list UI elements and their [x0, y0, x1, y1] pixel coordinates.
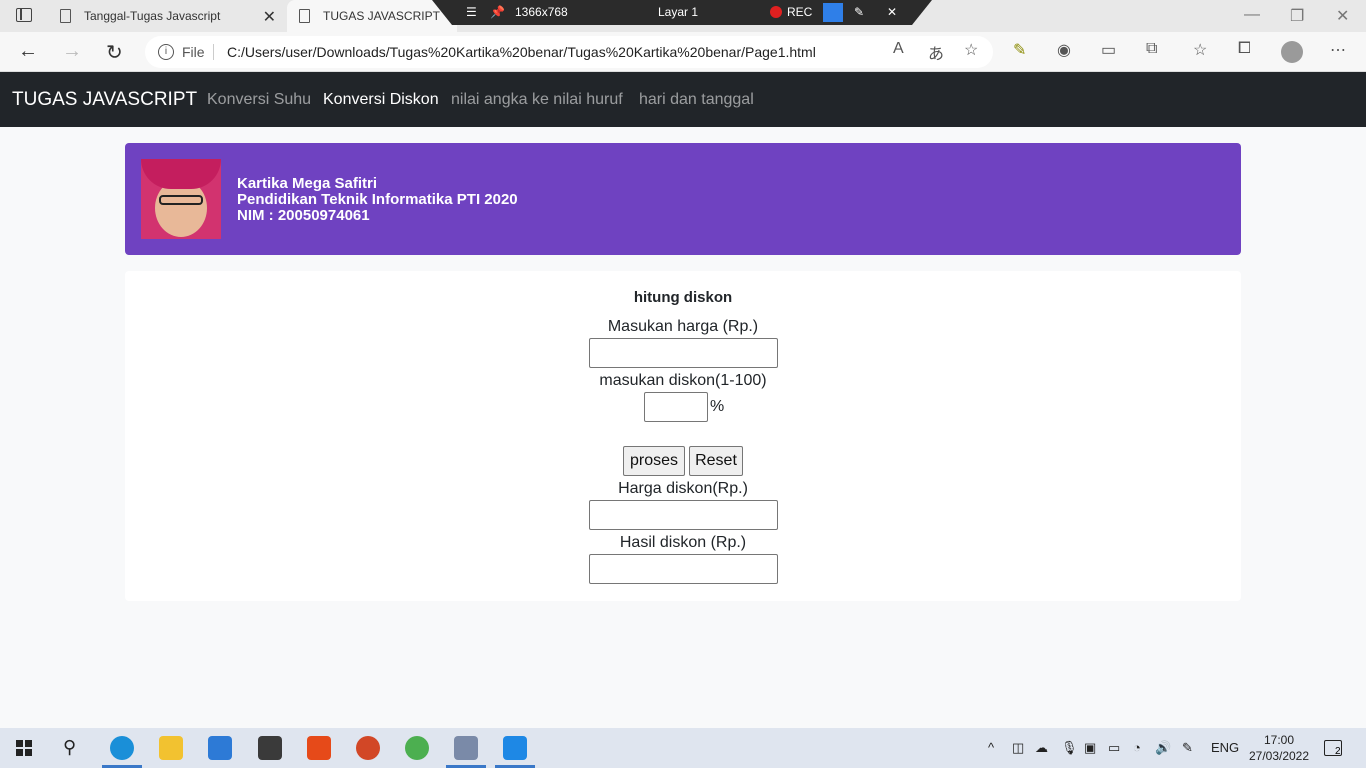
back-icon[interactable]: ← [18, 40, 38, 63]
close-window-icon[interactable]: ✕ [1336, 6, 1349, 26]
nav-link-konversi-suhu[interactable]: Konversi Suhu [207, 91, 311, 109]
windows-taskbar: ⚲ ^ ◫ ☁ 🎙 ▣ ▭ ◔ 🔊 ✎ ENG 17:00 27/03/2022… [0, 728, 1366, 768]
recorder-layer: Layar 1 [658, 5, 699, 19]
vscode-icon[interactable] [503, 736, 527, 760]
more-options-icon[interactable]: ⋯ [1330, 40, 1346, 60]
url-text[interactable]: C:/Users/user/Downloads/Tugas%20Kartika%… [227, 44, 816, 60]
percent-sign: % [710, 398, 725, 415]
tab-title: TUGAS JAVASCRIPT [323, 9, 440, 23]
edge-icon[interactable] [110, 736, 134, 760]
close-tab-icon[interactable]: ✕ [263, 7, 276, 27]
camera-icon[interactable]: ◫ [1012, 740, 1024, 756]
mail-icon[interactable] [208, 736, 232, 760]
microphone-icon[interactable]: 🎙 [1061, 740, 1078, 756]
restore-icon[interactable]: ❐ [1290, 6, 1304, 26]
powerpoint-icon[interactable] [356, 736, 380, 760]
extension-icon[interactable]: ◉ [1057, 40, 1071, 60]
clock-date: 27/03/2022 [1248, 749, 1310, 763]
result-label: Hasil diskon (Rp.) [619, 534, 747, 551]
profile-photo [141, 159, 221, 239]
office-icon[interactable] [307, 736, 331, 760]
clock[interactable]: 17:00 27/03/2022 [1248, 732, 1310, 764]
profile-nim: NIM : 20050974061 [237, 207, 370, 224]
battery-icon[interactable]: ▭ [1108, 740, 1120, 756]
forward-icon[interactable]: → [62, 40, 82, 63]
extensions-puzzle-icon[interactable]: ⧉ [1146, 40, 1157, 58]
discount-form-card: hitung diskon Masukan harga (Rp.) masuka… [125, 271, 1241, 601]
document-icon [60, 9, 71, 23]
app-icon[interactable] [454, 736, 478, 760]
pen-icon[interactable]: ✎ [1182, 740, 1193, 756]
screen-recorder-bar: ☰ 📌 1366x768 Layar 1 REC ✎ ✕ [432, 0, 932, 25]
windows-start-icon[interactable] [16, 740, 32, 756]
chrome-icon[interactable] [405, 736, 429, 760]
navbar-brand[interactable]: TUGAS JAVASCRIPT [12, 89, 197, 111]
translate-icon[interactable]: あ [928, 40, 944, 64]
highlighter-icon[interactable]: ✎ [1013, 40, 1026, 60]
document-icon [299, 9, 310, 23]
show-hidden-icons-icon[interactable]: ^ [988, 740, 994, 755]
pin-icon[interactable]: 📌 [490, 5, 505, 19]
notification-count: 2 [1335, 746, 1341, 757]
reset-button[interactable]: Reset [689, 446, 743, 476]
sublime-text-icon[interactable] [258, 736, 282, 760]
camera-icon[interactable] [823, 3, 843, 22]
tab-tugas-javascript[interactable]: TUGAS JAVASCRIPT [287, 0, 457, 32]
language-indicator[interactable]: ENG [1211, 740, 1239, 755]
info-icon[interactable]: i [158, 44, 174, 60]
favorites-icon[interactable]: ☆ [1193, 40, 1207, 60]
nav-link-nilai-huruf[interactable]: nilai angka ke nilai huruf [451, 91, 623, 109]
tab-tanggal[interactable]: Tanggal-Tugas Javascript ✕ [48, 0, 284, 32]
address-bar-row: ← → ↻ i File C:/Users/user/Downloads/Tug… [0, 32, 1366, 72]
price-input[interactable] [589, 338, 778, 368]
screenshot-icon[interactable]: ▭ [1101, 40, 1116, 60]
process-button[interactable]: proses [623, 446, 685, 476]
profile-avatar-icon[interactable] [1281, 41, 1303, 63]
file-explorer-icon[interactable] [159, 736, 183, 760]
nav-link-konversi-diskon[interactable]: Konversi Diskon [323, 91, 439, 109]
url-separator [213, 44, 214, 60]
form-title: hitung diskon [633, 289, 733, 306]
url-field[interactable]: i File C:/Users/user/Downloads/Tugas%20K… [145, 36, 993, 68]
display-icon[interactable]: ▣ [1084, 740, 1096, 756]
volume-icon[interactable]: 🔊 [1155, 740, 1171, 756]
nav-link-hari-tanggal[interactable]: hari dan tanggal [639, 91, 754, 109]
notification-icon[interactable]: 2 [1324, 740, 1342, 757]
page-navbar: TUGAS JAVASCRIPT Konversi Suhu Konversi … [0, 72, 1366, 127]
profile-name: Kartika Mega Safitri [237, 175, 378, 192]
discount-label: masukan diskon(1-100) [599, 372, 767, 389]
recorder-resolution: 1366x768 [515, 5, 568, 19]
clock-time: 17:00 [1263, 733, 1295, 747]
search-icon[interactable]: ⚲ [63, 737, 76, 758]
record-icon[interactable] [770, 6, 782, 18]
menu-icon[interactable]: ☰ [466, 5, 477, 19]
recorder-rec-label: REC [787, 5, 813, 19]
refresh-icon[interactable]: ↻ [106, 40, 123, 65]
discount-amount-label: Harga diskon(Rp.) [618, 480, 748, 497]
tab-actions-icon[interactable] [16, 8, 32, 22]
read-aloud-icon[interactable]: A [893, 40, 904, 58]
file-label: File [182, 44, 205, 60]
price-label: Masukan harga (Rp.) [607, 318, 759, 335]
collections-icon[interactable]: ⧠ [1238, 40, 1251, 58]
discount-amount-output[interactable] [589, 500, 778, 530]
browser-tab-bar: Tanggal-Tugas Javascript ✕ TUGAS JAVASCR… [0, 0, 1366, 32]
minimize-icon[interactable]: — [1244, 6, 1260, 24]
pen-icon[interactable]: ✎ [854, 5, 864, 19]
tab-title: Tanggal-Tugas Javascript [84, 9, 221, 23]
profile-program: Pendidikan Teknik Informatika PTI 2020 [237, 191, 518, 208]
wifi-icon[interactable]: ◔ [1133, 740, 1141, 755]
cloud-icon[interactable]: ☁ [1035, 740, 1048, 756]
result-output[interactable] [589, 554, 778, 584]
favorite-star-icon[interactable]: ☆ [964, 40, 978, 60]
close-recorder-icon[interactable]: ✕ [887, 5, 897, 19]
discount-input[interactable] [644, 392, 708, 422]
profile-card: Kartika Mega Safitri Pendidikan Teknik I… [125, 143, 1241, 255]
